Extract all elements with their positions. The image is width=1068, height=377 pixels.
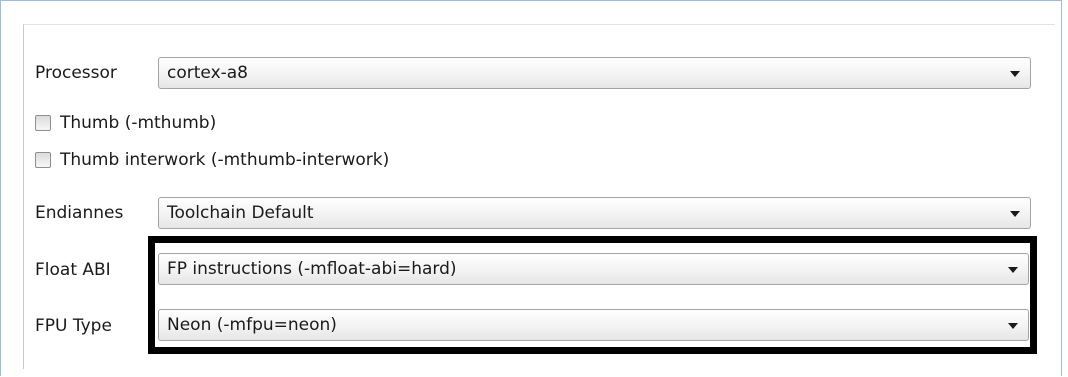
processor-select-value: cortex-a8 [167,63,248,83]
processor-label: Processor [35,63,117,83]
endianness-label: Endiannes [35,203,124,223]
thumb-checkbox-label: Thumb (-mthumb) [60,113,217,133]
thumb-checkbox[interactable] [35,115,51,131]
fpu-type-label: FPU Type [35,316,112,336]
endianness-select-value: Toolchain Default [167,203,314,223]
chevron-down-icon [1010,211,1020,217]
thumb-interwork-checkbox-label: Thumb interwork (-mthumb-interwork) [60,150,390,170]
thumb-interwork-checkbox[interactable] [35,152,51,168]
endianness-select[interactable]: Toolchain Default [158,197,1031,229]
highlight-box [148,236,1037,354]
float-abi-label: Float ABI [35,260,111,280]
chevron-down-icon [1010,71,1020,77]
processor-select[interactable]: cortex-a8 [158,57,1031,89]
